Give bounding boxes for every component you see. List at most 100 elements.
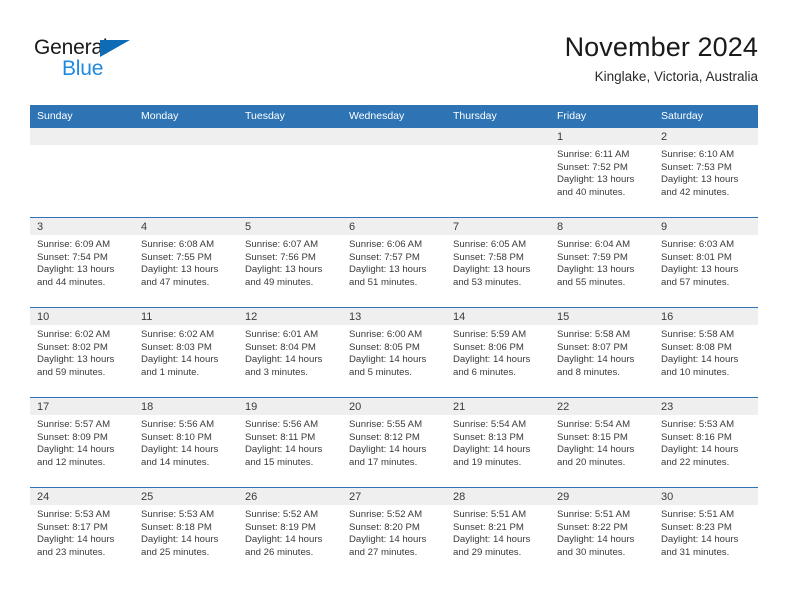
sunrise-text: Sunrise: 6:05 AM	[453, 239, 527, 250]
day-details: Sunrise: 5:54 AM Sunset: 8:15 PM Daylight:…	[550, 415, 654, 469]
calendar-day-cell[interactable]: 1 Sunrise: 6:11 AM Sunset: 7:52 PM Daylight…	[550, 127, 654, 218]
calendar-day-cell[interactable]: 3 Sunrise: 6:09 AM Sunset: 7:54 PM Daylight…	[30, 217, 134, 308]
calendar-day-cell[interactable]: 16 Sunrise: 5:58 AM Sunset: 8:08 PM Dayligh…	[654, 307, 758, 398]
sunrise-text: Sunrise: 6:03 AM	[661, 239, 735, 250]
daylight-text: Daylight: 14 hours and 12 minutes.	[37, 444, 115, 468]
calendar-day-cell[interactable]: 23 Sunrise: 5:53 AM Sunset: 8:16 PM Dayligh…	[654, 397, 758, 488]
general-blue-logo[interactable]: General Blue	[34, 36, 164, 88]
sunset-text: Sunset: 8:18 PM	[141, 521, 212, 533]
sunrise-text: Sunrise: 5:51 AM	[661, 509, 735, 520]
calendar-day-cell[interactable]: 11 Sunrise: 6:02 AM Sunset: 8:03 PM Dayligh…	[134, 307, 238, 398]
daylight-text: Daylight: 14 hours and 6 minutes.	[453, 354, 531, 378]
sunset-text: Sunset: 7:54 PM	[37, 251, 108, 263]
calendar-day-cell[interactable]: 8 Sunrise: 6:04 AM Sunset: 7:59 PM Daylight…	[550, 217, 654, 308]
calendar-day-cell[interactable]: 12 Sunrise: 6:01 AM Sunset: 8:04 PM Dayligh…	[238, 307, 342, 398]
day-number: 15	[550, 308, 654, 325]
calendar-day-cell[interactable]: 21 Sunrise: 5:54 AM Sunset: 8:13 PM Dayligh…	[446, 397, 550, 488]
weekday-header-saturday: Saturday	[654, 105, 758, 128]
sunrise-text: Sunrise: 6:02 AM	[37, 329, 111, 340]
sunset-text: Sunset: 8:23 PM	[661, 521, 732, 533]
calendar-day-cell[interactable]: 26 Sunrise: 5:52 AM Sunset: 8:19 PM Dayligh…	[238, 487, 342, 578]
calendar-day-cell[interactable]: 2 Sunrise: 6:10 AM Sunset: 7:53 PM Daylight…	[654, 127, 758, 218]
daylight-text: Daylight: 13 hours and 49 minutes.	[245, 264, 323, 288]
calendar-day-cell[interactable]: 29 Sunrise: 5:51 AM Sunset: 8:22 PM Dayligh…	[550, 487, 654, 578]
daylight-text: Daylight: 14 hours and 20 minutes.	[557, 444, 635, 468]
daylight-text: Daylight: 13 hours and 55 minutes.	[557, 264, 635, 288]
sunset-text: Sunset: 8:01 PM	[661, 251, 732, 263]
sunrise-text: Sunrise: 6:00 AM	[349, 329, 423, 340]
calendar-day-cell[interactable]: 10 Sunrise: 6:02 AM Sunset: 8:02 PM Dayligh…	[30, 307, 134, 398]
day-details: Sunrise: 5:57 AM Sunset: 8:09 PM Daylight:…	[30, 415, 134, 469]
day-details: Sunrise: 6:02 AM Sunset: 8:02 PM Daylight:…	[30, 325, 134, 379]
weekday-header-thursday: Thursday	[446, 105, 550, 128]
sunset-text: Sunset: 8:05 PM	[349, 341, 420, 353]
day-number: 2	[654, 128, 758, 145]
day-number: 26	[238, 488, 342, 505]
sunset-text: Sunset: 7:53 PM	[661, 161, 732, 173]
calendar-day-cell[interactable]: 24 Sunrise: 5:53 AM Sunset: 8:17 PM Dayligh…	[30, 487, 134, 578]
calendar-day-cell[interactable]: 4 Sunrise: 6:08 AM Sunset: 7:55 PM Daylight…	[134, 217, 238, 308]
sunset-text: Sunset: 7:52 PM	[557, 161, 628, 173]
day-number: 3	[30, 218, 134, 235]
day-details: Sunrise: 5:55 AM Sunset: 8:12 PM Daylight:…	[342, 415, 446, 469]
day-number: 17	[30, 398, 134, 415]
sunrise-text: Sunrise: 5:55 AM	[349, 419, 423, 430]
day-number: 14	[446, 308, 550, 325]
calendar-day-cell[interactable]: 19 Sunrise: 5:56 AM Sunset: 8:11 PM Dayligh…	[238, 397, 342, 488]
calendar-day-cell[interactable]: 22 Sunrise: 5:54 AM Sunset: 8:15 PM Dayligh…	[550, 397, 654, 488]
calendar-day-cell[interactable]: 14 Sunrise: 5:59 AM Sunset: 8:06 PM Dayligh…	[446, 307, 550, 398]
calendar-cell-empty	[134, 127, 238, 218]
day-number: 6	[342, 218, 446, 235]
day-number: 30	[654, 488, 758, 505]
sunset-text: Sunset: 8:19 PM	[245, 521, 316, 533]
calendar-week-row: 1 Sunrise: 6:11 AM Sunset: 7:52 PM Daylight…	[30, 127, 758, 218]
daylight-text: Daylight: 13 hours and 53 minutes.	[453, 264, 531, 288]
sunrise-text: Sunrise: 5:59 AM	[453, 329, 527, 340]
page-title: November 2024	[564, 32, 758, 62]
calendar-cell-empty	[342, 127, 446, 218]
calendar-day-cell[interactable]: 15 Sunrise: 5:58 AM Sunset: 8:07 PM Dayligh…	[550, 307, 654, 398]
sunrise-text: Sunrise: 5:58 AM	[557, 329, 631, 340]
daylight-text: Daylight: 14 hours and 15 minutes.	[245, 444, 323, 468]
day-number-band	[30, 128, 134, 145]
daylight-text: Daylight: 14 hours and 23 minutes.	[37, 534, 115, 558]
day-number: 28	[446, 488, 550, 505]
calendar-day-cell[interactable]: 18 Sunrise: 5:56 AM Sunset: 8:10 PM Dayligh…	[134, 397, 238, 488]
sunset-text: Sunset: 7:55 PM	[141, 251, 212, 263]
calendar-day-cell[interactable]: 28 Sunrise: 5:51 AM Sunset: 8:21 PM Dayligh…	[446, 487, 550, 578]
calendar-day-cell[interactable]: 30 Sunrise: 5:51 AM Sunset: 8:23 PM Dayligh…	[654, 487, 758, 578]
calendar-page: General Blue November 2024 Kinglake, Vic…	[0, 0, 792, 612]
day-details: Sunrise: 6:08 AM Sunset: 7:55 PM Daylight:…	[134, 235, 238, 289]
sunset-text: Sunset: 8:09 PM	[37, 431, 108, 443]
daylight-text: Daylight: 14 hours and 29 minutes.	[453, 534, 531, 558]
day-number: 10	[30, 308, 134, 325]
daylight-text: Daylight: 14 hours and 25 minutes.	[141, 534, 219, 558]
calendar-day-cell[interactable]: 5 Sunrise: 6:07 AM Sunset: 7:56 PM Daylight…	[238, 217, 342, 308]
day-number-band	[342, 128, 446, 145]
triangle-icon	[100, 40, 130, 57]
day-details: Sunrise: 5:59 AM Sunset: 8:06 PM Daylight:…	[446, 325, 550, 379]
calendar-day-cell[interactable]: 9 Sunrise: 6:03 AM Sunset: 8:01 PM Daylight…	[654, 217, 758, 308]
calendar-day-cell[interactable]: 20 Sunrise: 5:55 AM Sunset: 8:12 PM Dayligh…	[342, 397, 446, 488]
calendar-day-cell[interactable]: 27 Sunrise: 5:52 AM Sunset: 8:20 PM Dayligh…	[342, 487, 446, 578]
day-number-band	[134, 128, 238, 145]
sunrise-text: Sunrise: 5:54 AM	[557, 419, 631, 430]
daylight-text: Daylight: 14 hours and 19 minutes.	[453, 444, 531, 468]
day-number-band	[238, 128, 342, 145]
calendar-day-cell[interactable]: 7 Sunrise: 6:05 AM Sunset: 7:58 PM Daylight…	[446, 217, 550, 308]
calendar-day-cell[interactable]: 25 Sunrise: 5:53 AM Sunset: 8:18 PM Dayligh…	[134, 487, 238, 578]
sunset-text: Sunset: 8:07 PM	[557, 341, 628, 353]
calendar-day-cell[interactable]: 13 Sunrise: 6:00 AM Sunset: 8:05 PM Dayligh…	[342, 307, 446, 398]
calendar-day-cell[interactable]: 6 Sunrise: 6:06 AM Sunset: 7:57 PM Daylight…	[342, 217, 446, 308]
calendar-day-cell[interactable]: 17 Sunrise: 5:57 AM Sunset: 8:09 PM Dayligh…	[30, 397, 134, 488]
day-details: Sunrise: 5:51 AM Sunset: 8:23 PM Daylight:…	[654, 505, 758, 559]
day-details: Sunrise: 6:02 AM Sunset: 8:03 PM Daylight:…	[134, 325, 238, 379]
calendar-cell-empty	[446, 127, 550, 218]
sunset-text: Sunset: 8:04 PM	[245, 341, 316, 353]
sunset-text: Sunset: 7:59 PM	[557, 251, 628, 263]
day-details: Sunrise: 6:04 AM Sunset: 7:59 PM Daylight:…	[550, 235, 654, 289]
daylight-text: Daylight: 14 hours and 1 minute.	[141, 354, 219, 378]
daylight-text: Daylight: 14 hours and 5 minutes.	[349, 354, 427, 378]
day-details: Sunrise: 5:54 AM Sunset: 8:13 PM Daylight:…	[446, 415, 550, 469]
sunrise-text: Sunrise: 5:53 AM	[661, 419, 735, 430]
